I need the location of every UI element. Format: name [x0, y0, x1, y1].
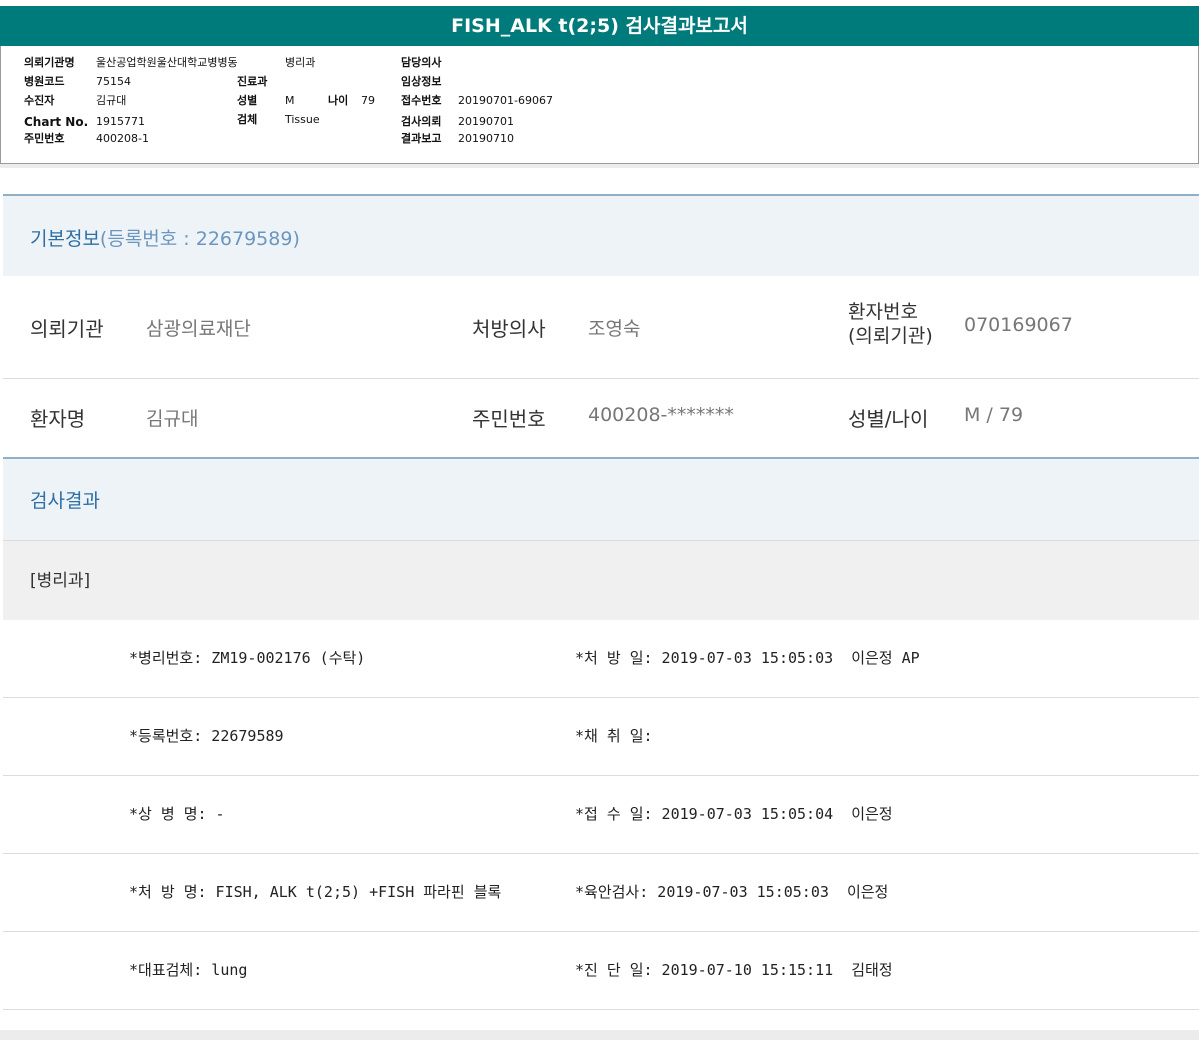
- result-collection-date: *채 취 일:: [575, 727, 653, 745]
- value-patient-name: 김규대: [146, 408, 199, 430]
- meta-label-age: 나이: [328, 94, 349, 107]
- results-title: 검사결과: [30, 490, 100, 512]
- value-patient-number: 070169067: [964, 314, 1073, 336]
- meta-value-chart-no: 1915771: [96, 115, 145, 128]
- label-patient-number: 환자번호 (의뢰기관): [848, 300, 933, 348]
- result-prescription-date: *처 방 일: 2019-07-03 15:05:03 이은정 AP: [575, 649, 920, 667]
- report-title: FISH_ALK t(2;5) 검사결과보고서: [0, 6, 1199, 46]
- meta-label-doctor: 담당의사: [401, 56, 442, 69]
- label-institution: 의뢰기관: [30, 317, 104, 341]
- result-diagnosis-date: *진 단 일: 2019-07-10 15:15:11 김태정: [575, 961, 893, 979]
- result-row: *처 방 명: FISH, ALK t(2;5) +FISH 파라핀 블록 *육…: [3, 854, 1199, 932]
- meta-value-specimen: Tissue: [285, 113, 320, 126]
- meta-value-sex: M: [285, 94, 295, 107]
- label-sex-age: 성별/나이: [848, 407, 929, 431]
- label-patient-name: 환자명: [30, 407, 86, 431]
- info-row-2: 환자명 김규대 주민번호 400208-******* 성별/나이 M / 79: [3, 379, 1199, 458]
- meta-label-chart-no: Chart No.: [24, 115, 89, 129]
- value-rrn: 400208-*******: [588, 404, 734, 426]
- meta-value-institution: 울산공업학원울산대학교병병동: [96, 56, 238, 69]
- result-prescription-name: *처 방 명: FISH, ALK t(2;5) +FISH 파라핀 블록: [129, 883, 502, 901]
- result-row: *등록번호: 22679589 *채 취 일:: [3, 698, 1199, 776]
- result-row: *상 병 명: - *접 수 일: 2019-07-03 15:05:04 이은…: [3, 776, 1199, 854]
- meta-label-clinic: 진료과: [237, 75, 268, 88]
- bottom-strip: [0, 1030, 1199, 1040]
- value-sex-age: M / 79: [964, 404, 1024, 426]
- meta-value-department: 병리과: [285, 56, 316, 69]
- meta-label-hospital-code: 병원코드: [24, 75, 65, 88]
- label-rrn: 주민번호: [472, 407, 546, 431]
- label-patient-number-line2: (의뢰기관): [848, 325, 933, 347]
- meta-label-clinical-info: 임상정보: [401, 75, 442, 88]
- label-doctor: 처방의사: [472, 317, 546, 341]
- result-pathology-number: *병리번호: ZM19-002176 (수탁): [129, 649, 366, 667]
- result-row: *대표검체: lung *진 단 일: 2019-07-10 15:15:11 …: [3, 932, 1199, 1010]
- meta-label-receipt-no: 접수번호: [401, 94, 442, 107]
- basic-info-title-text: 기본정보: [30, 228, 100, 250]
- result-registration-number: *등록번호: 22679589: [129, 727, 284, 745]
- result-receipt-date: *접 수 일: 2019-07-03 15:05:04 이은정: [575, 805, 893, 823]
- result-representative-specimen: *대표검체: lung: [129, 961, 248, 979]
- report-header: FISH_ALK t(2;5) 검사결과보고서 의뢰기관명 울산공업학원울산대학…: [0, 0, 1199, 168]
- department-band: [병리과]: [3, 540, 1199, 620]
- department-label: [병리과]: [30, 571, 91, 591]
- meta-value-hospital-code: 75154: [96, 75, 131, 88]
- meta-value-patient: 김규대: [96, 94, 127, 107]
- meta-value-receipt-no: 20190701-69067: [458, 94, 553, 107]
- meta-label-request-date: 검사의뢰: [401, 115, 442, 128]
- meta-label-specimen: 검체: [237, 113, 258, 126]
- meta-label-report-date: 결과보고: [401, 132, 442, 145]
- basic-info-header: 기본정보(등록번호 : 22679589): [3, 194, 1199, 276]
- meta-label-patient: 수진자: [24, 94, 55, 107]
- value-doctor: 조영숙: [588, 318, 641, 340]
- result-diagnosis-name: *상 병 명: -: [129, 805, 225, 823]
- basic-info-title: 기본정보(등록번호 : 22679589): [30, 224, 300, 251]
- basic-info-reg-number: (등록번호 : 22679589): [99, 228, 300, 250]
- meta-value-report-date: 20190710: [458, 132, 514, 145]
- result-gross-exam: *육안검사: 2019-07-03 15:05:03 이은정: [575, 883, 889, 901]
- meta-value-age: 79: [361, 94, 375, 107]
- meta-value-request-date: 20190701: [458, 115, 514, 128]
- meta-label-sex: 성별: [237, 94, 258, 107]
- info-row-1: 의뢰기관 삼광의료재단 처방의사 조영숙 환자번호 (의뢰기관) 07016906…: [3, 276, 1199, 379]
- label-patient-number-line1: 환자번호: [848, 301, 918, 323]
- meta-label-rrn: 주민번호: [24, 132, 65, 145]
- value-institution: 삼광의료재단: [146, 318, 251, 340]
- results-header: 검사결과: [3, 457, 1199, 540]
- meta-value-rrn: 400208-1: [96, 132, 149, 145]
- result-row: *병리번호: ZM19-002176 (수탁) *처 방 일: 2019-07-…: [3, 620, 1199, 698]
- divider-strip: [0, 164, 1199, 168]
- meta-label-institution: 의뢰기관명: [24, 56, 75, 69]
